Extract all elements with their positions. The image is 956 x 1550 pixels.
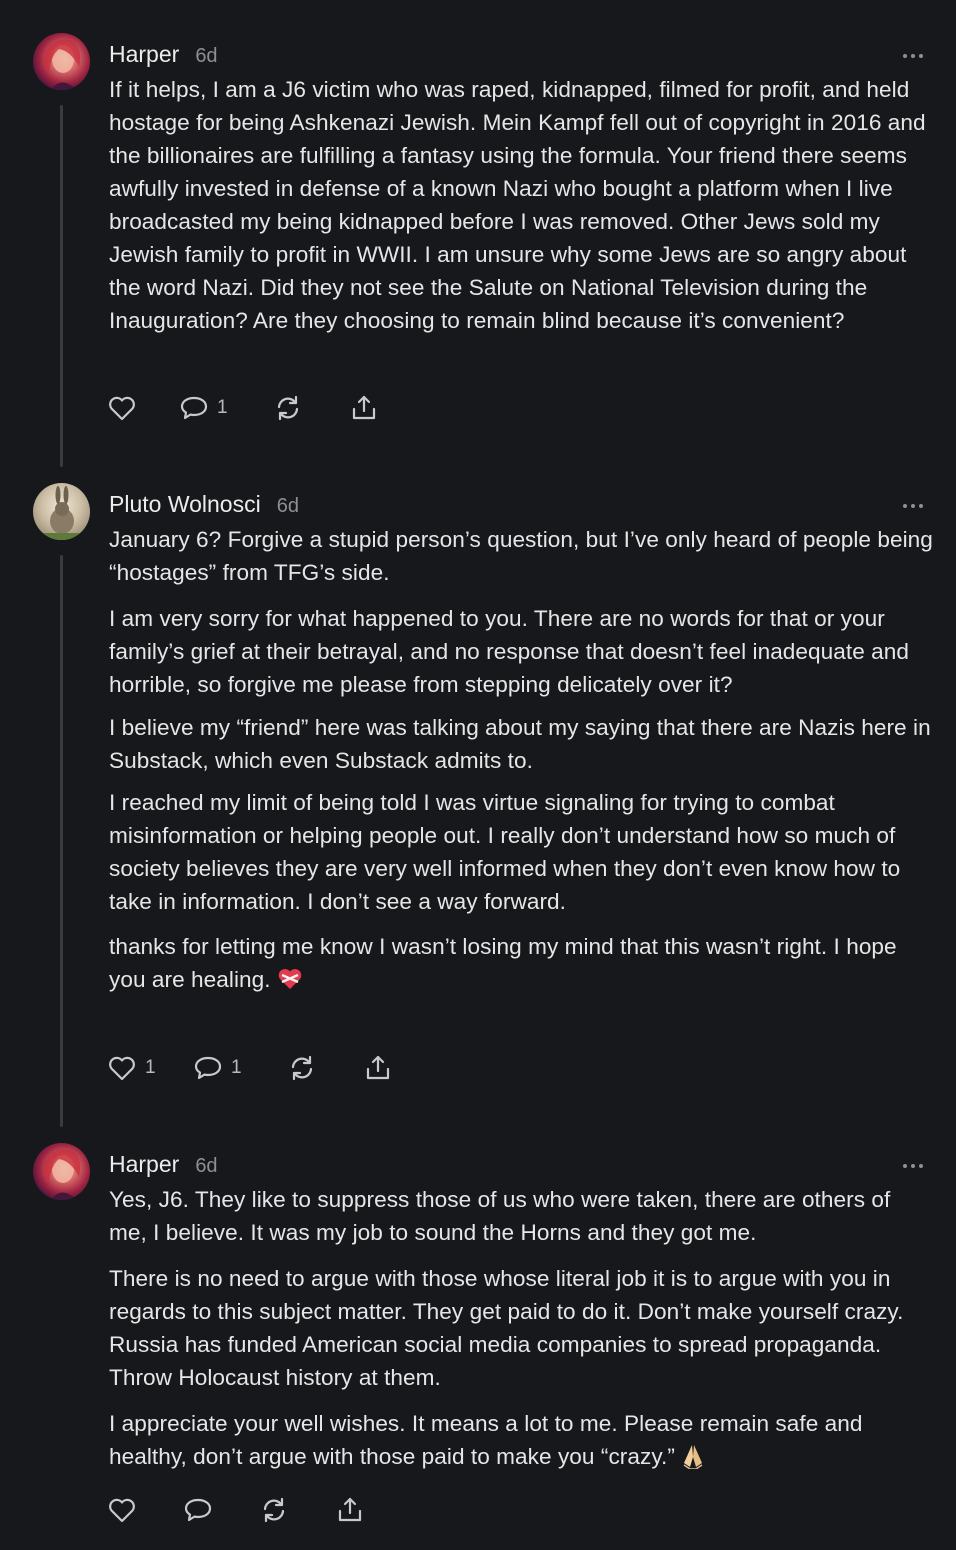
reply-button[interactable]: 1 (179, 394, 273, 422)
avatar[interactable] (33, 1143, 90, 1200)
refresh-arrows-icon (273, 394, 303, 422)
comment-paragraph: Yes, J6. They like to suppress those of … (109, 1187, 891, 1245)
like-button[interactable] (107, 394, 179, 422)
heart-outline-icon (107, 1054, 137, 1082)
heart-outline-icon (107, 394, 137, 422)
comment-paragraph: thanks for letting me know I wasn’t losi… (109, 930, 934, 1000)
restack-button[interactable] (273, 394, 349, 422)
like-button[interactable] (107, 1496, 183, 1524)
comment-paragraph: I appreciate your well wishes. It means … (109, 1407, 934, 1478)
comment-paragraph: I reached my limit of being told I was v… (109, 790, 901, 914)
like-button[interactable]: 1 (107, 1054, 193, 1082)
heart-outline-icon (107, 1496, 137, 1524)
comment-paragraph: I am very sorry for what happened to you… (109, 606, 909, 697)
more-options-icon[interactable] (903, 1163, 923, 1169)
share-upload-icon (363, 1054, 393, 1082)
author-name[interactable]: Harper (109, 1151, 179, 1178)
comment-paragraph: January 6? Forgive a stupid person’s que… (109, 527, 933, 585)
timestamp[interactable]: 6d (195, 1155, 217, 1178)
share-upload-icon (349, 394, 379, 422)
share-button[interactable] (335, 1496, 365, 1524)
reply-button[interactable]: 1 (193, 1054, 287, 1082)
share-button[interactable] (349, 394, 379, 422)
comment-paragraph: If it helps, I am a J6 victim who was ra… (109, 77, 926, 333)
comment-header: Harper 6d (109, 41, 218, 71)
speech-bubble-icon (193, 1054, 223, 1082)
comment-paragraph: There is no need to argue with those who… (109, 1266, 904, 1390)
comment-actions (107, 1494, 365, 1526)
author-name[interactable]: Harper (109, 41, 179, 68)
restack-button[interactable] (259, 1496, 335, 1524)
timestamp[interactable]: 6d (195, 45, 217, 68)
comment-body: If it helps, I am a J6 victim who was ra… (109, 73, 934, 346)
avatar[interactable] (33, 483, 90, 540)
comment-actions: 1 (107, 392, 379, 424)
comment-actions: 1 1 (107, 1052, 393, 1084)
comment-header: Harper 6d (109, 1151, 218, 1181)
timestamp[interactable]: 6d (277, 495, 299, 518)
comment-body: January 6? Forgive a stupid person’s que… (109, 523, 934, 1009)
share-upload-icon (335, 1496, 365, 1524)
comment-header: Pluto Wolnosci 6d (109, 491, 299, 521)
comment-body: Yes, J6. They like to suppress those of … (109, 1183, 934, 1487)
author-name[interactable]: Pluto Wolnosci (109, 491, 261, 518)
refresh-arrows-icon (259, 1496, 289, 1524)
more-options-icon[interactable] (903, 53, 923, 59)
rabbit-icon (33, 486, 90, 540)
folded-hands-emoji (681, 1443, 705, 1478)
comment-paragraph: I believe my “friend” here was talking a… (109, 715, 931, 773)
comment-text: I appreciate your well wishes. It means … (109, 1411, 863, 1469)
avatar-image (43, 1149, 81, 1200)
thread-line (60, 555, 63, 1127)
like-count: 1 (145, 1057, 156, 1078)
thread-line (60, 105, 63, 467)
comment-text: thanks for letting me know I wasn’t losi… (109, 934, 897, 992)
refresh-arrows-icon (287, 1054, 317, 1082)
reply-count: 1 (217, 397, 228, 418)
share-button[interactable] (363, 1054, 393, 1082)
more-options-icon[interactable] (903, 503, 923, 509)
avatar-image (43, 39, 81, 90)
reply-button[interactable] (183, 1496, 259, 1524)
avatar[interactable] (33, 33, 90, 90)
speech-bubble-icon (183, 1496, 213, 1524)
reply-count: 1 (231, 1057, 242, 1078)
restack-button[interactable] (287, 1054, 363, 1082)
speech-bubble-icon (179, 394, 209, 422)
heart-with-ribbon-emoji (277, 967, 303, 1000)
